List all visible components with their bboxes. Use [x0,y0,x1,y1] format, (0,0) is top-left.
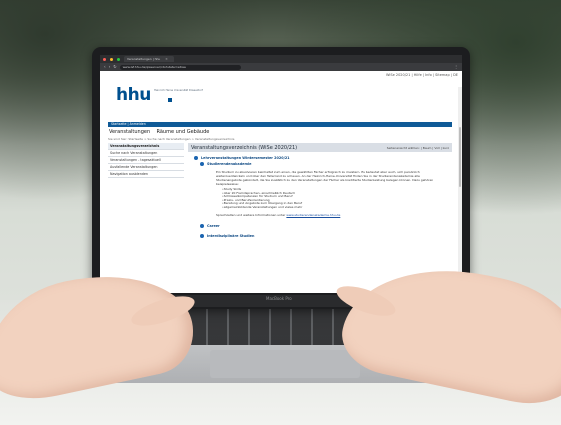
content-title: Veranstaltungsverzeichnis (WiSe 2020/21) [191,144,298,151]
tree-node-studierendenakademie[interactable]: Studierendenakademie [194,161,452,167]
logo-square [168,98,172,102]
more-info-text: Sprechzeiten und weitere Informationen u… [216,212,286,217]
tree-node-interdisziplinaer[interactable]: Interdisziplinäre Studien [194,233,452,239]
photo-scene: MacBook Pro Veranstaltungen | hhu ✕ ‹ › … [0,0,561,425]
section-heading: Veranstaltungen Räume und Gebäude [109,129,209,135]
laptop-trackpad [210,350,360,378]
more-info-link[interactable]: www.studierendenakademie.hhu.de [286,213,340,217]
expand-icon[interactable] [200,162,204,166]
url-field[interactable]: www.lsf.hhu.de/qisserver/rds?state=wtree [119,64,241,70]
tree-node-label[interactable]: Lehrveranstaltungen Wintersemester 2020/… [201,156,290,160]
tree-node-label[interactable]: Studierendenakademie [207,162,251,166]
web-page: WiSe 2020/21 | Hilfe | Info | Sitemap | … [100,71,462,293]
expand-icon[interactable] [200,233,204,238]
offer-list: Study Skills über 20 Fremdsprachen, eins… [222,187,452,210]
top-meta-links[interactable]: WiSe 2020/21 | Hilfe | Info | Sitemap | … [386,73,458,77]
extensions-icon[interactable]: ⋮ [454,63,458,71]
sidebar-item-navigation[interactable]: Navigation ausblenden [108,171,184,178]
close-tab-icon[interactable]: ✕ [165,57,168,61]
hhu-logo[interactable]: hhu [116,85,151,105]
laptop-screen: Veranstaltungen | hhu ✕ ‹ › ↻ www.lsf.hh… [100,55,462,293]
logo-subtitle: Heinrich Heine Universität Düsseldorf [154,89,203,92]
scrollbar-thumb[interactable] [459,127,461,187]
list-item: allgemeinbildende Veranstaltungen und vi… [222,205,452,210]
section-title[interactable]: Veranstaltungen [109,129,150,135]
sidebar-item-tagesaktuell[interactable]: Veranstaltungen - tagesaktuell [108,157,184,164]
sidebar-item-suche[interactable]: Suche nach Veranstaltungen [108,150,184,157]
sidebar-item-verzeichnis[interactable]: Veranstaltungsverzeichnis [108,143,184,150]
breadcrumb: Sie sind hier: Startseite > Suche nach V… [108,137,235,141]
back-icon[interactable]: ‹ [104,63,106,71]
close-window-icon[interactable] [103,57,106,61]
browser-tabbar: Veranstaltungen | hhu ✕ [100,55,462,63]
tab-title: Veranstaltungen | hhu [127,57,161,61]
laptop-brand-label: MacBook Pro [266,296,292,301]
browser-addressbar: ‹ › ↻ www.lsf.hhu.de/qisserver/rds?state… [100,63,462,71]
tree-node-label[interactable]: Career [207,224,220,228]
sidebar: Veranstaltungsverzeichnis Suche nach Ver… [108,143,184,178]
top-nav-bar[interactable]: Startseite | Anmelden [108,122,452,127]
minimize-window-icon[interactable] [110,57,113,61]
tree-node-career[interactable]: Career [194,223,452,229]
tree-node-label[interactable]: Interdisziplinäre Studien [207,234,254,238]
expand-icon[interactable] [200,223,204,228]
content-header: Veranstaltungsverzeichnis (WiSe 2020/21)… [188,143,452,152]
view-options[interactable]: Seitenansicht wählen: | Baum | Voll | ku… [387,146,449,150]
sidebar-item-ausfallend[interactable]: Ausfallende Veranstaltungen [108,164,184,171]
reload-icon[interactable]: ↻ [113,63,116,71]
forward-icon[interactable]: › [109,63,111,71]
page-scrollbar[interactable] [458,87,462,293]
more-info: Sprechzeiten und weitere Informationen u… [216,213,438,217]
main-content: Veranstaltungsverzeichnis (WiSe 2020/21)… [188,143,452,293]
node-description: Ein Studium zu absolvieren beinhaltet zu… [216,170,434,186]
browser-tab[interactable]: Veranstaltungen | hhu ✕ [124,56,174,62]
maximize-window-icon[interactable] [117,57,120,61]
course-tree: Lehrveranstaltungen Wintersemester 2020/… [188,152,452,239]
expand-icon[interactable] [194,156,198,160]
section-subtitle[interactable]: Räume und Gebäude [157,129,210,135]
